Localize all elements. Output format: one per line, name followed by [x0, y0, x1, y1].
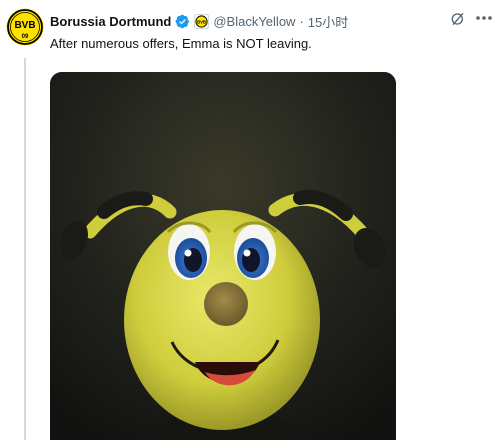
tweet: BVB 09 Borussia Dortmund BVB @BlackYello… [0, 0, 500, 440]
thread-line [24, 58, 26, 440]
separator-dot: · [299, 13, 304, 29]
grok-icon[interactable] [450, 11, 466, 27]
emma-mascot-photo [50, 72, 396, 440]
avatar-letters: BVB [14, 20, 35, 31]
more-options-button[interactable] [473, 8, 495, 28]
tweet-header: Borussia Dortmund BVB @BlackYellow · 15小… [50, 10, 440, 32]
bvb-logo-icon: BVB 09 [6, 8, 44, 46]
avatar[interactable]: BVB 09 [6, 8, 44, 46]
timestamp[interactable]: 15小时 [308, 12, 348, 31]
author-name[interactable]: Borussia Dortmund [50, 14, 171, 29]
svg-text:BVB: BVB [197, 19, 206, 24]
more-options-icon [476, 16, 492, 20]
verified-badge-icon [175, 14, 190, 28]
bvb-affiliate-badge-icon: BVB [194, 13, 210, 29]
author-handle[interactable]: @BlackYellow [213, 14, 295, 29]
avatar-year: 09 [22, 34, 29, 40]
tweet-text: After numerous offers, Emma is NOT leavi… [50, 36, 312, 51]
tweet-media-photo[interactable] [50, 72, 396, 440]
